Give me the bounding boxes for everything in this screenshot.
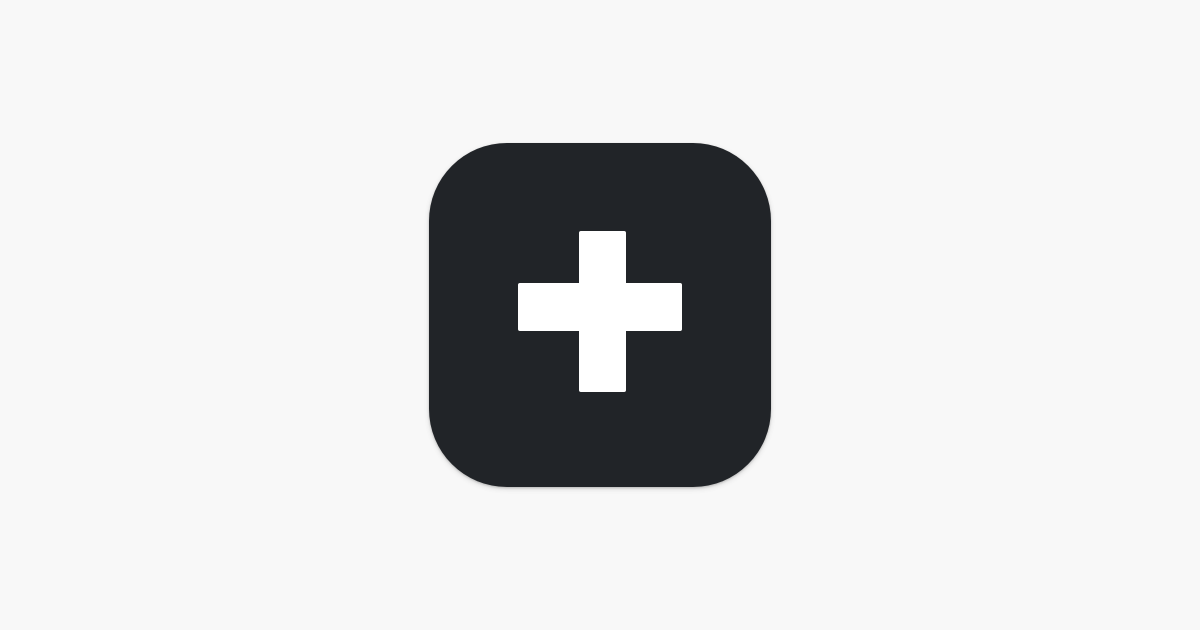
plus-icon-horizontal-bar [518,283,682,331]
app-icon[interactable] [429,143,771,487]
app-icon-preview [0,0,1200,630]
